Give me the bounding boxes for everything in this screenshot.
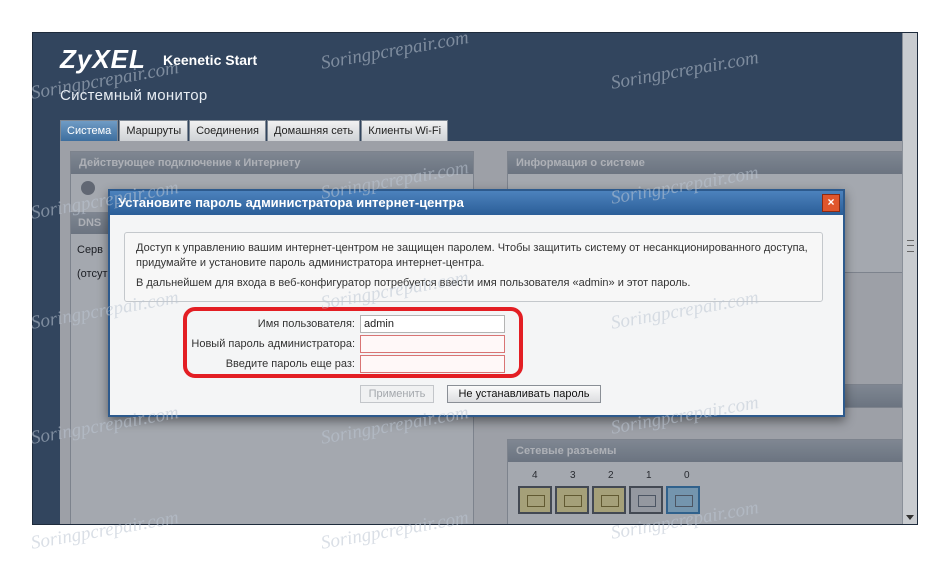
security-notice: Доступ к управлению вашим интернет-центр… — [124, 232, 823, 302]
tab-routes[interactable]: Маршруты — [119, 120, 189, 141]
main-tabs: Система Маршруты Соединения Домашняя сет… — [60, 120, 449, 141]
dialog-title: Установите пароль администратора интерне… — [118, 195, 464, 210]
page-scrollbar[interactable] — [902, 33, 917, 524]
zyxel-logo: ZyXEL — [60, 44, 146, 74]
notice-text-2: В дальнейшем для входа в веб-конфигурато… — [136, 277, 691, 289]
tab-home-network[interactable]: Домашняя сеть — [266, 120, 361, 141]
form-highlight-frame — [183, 307, 523, 378]
scroll-down-arrow-icon[interactable] — [906, 515, 914, 520]
tab-system[interactable]: Система — [60, 120, 119, 141]
dialog-title-bar: Установите пароль администратора интерне… — [110, 191, 843, 215]
scrollbar-grip-icon[interactable] — [907, 240, 914, 252]
apply-button[interactable]: Применить — [360, 385, 434, 403]
tab-connections[interactable]: Соединения — [189, 120, 266, 141]
notice-text-1: Доступ к управлению вашим интернет-центр… — [136, 242, 808, 269]
tab-wifi-clients[interactable]: Клиенты Wi-Fi — [361, 120, 449, 141]
set-password-dialog: Установите пароль администратора интерне… — [108, 189, 845, 417]
skip-password-button[interactable]: Не устанавливать пароль — [447, 385, 601, 403]
product-name: Keenetic Start — [163, 52, 258, 68]
close-icon[interactable]: × — [822, 194, 840, 212]
page-title: Системный монитор — [60, 87, 208, 104]
